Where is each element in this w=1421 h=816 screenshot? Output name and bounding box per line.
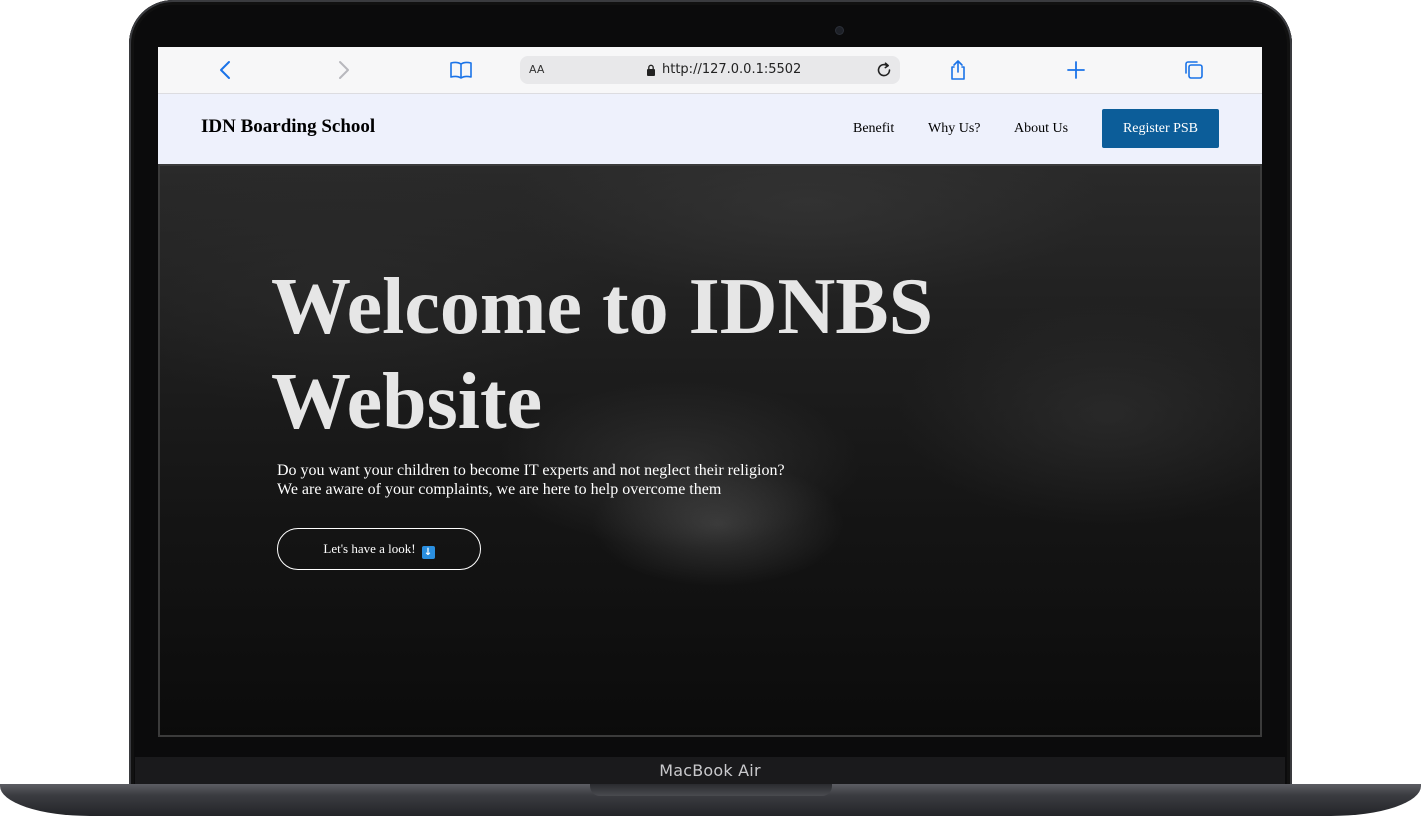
laptop-notch (590, 784, 832, 796)
down-arrow-icon: ↓ (421, 546, 435, 559)
reload-icon[interactable] (874, 60, 894, 80)
hero-subtitle-line-1: Do you want your children to become IT e… (277, 462, 785, 479)
url-text[interactable]: http://127.0.0.1:5502 (662, 62, 801, 77)
hero-subtitle-line-2: We are aware of your complaints, we are … (277, 481, 722, 498)
hero-title: Welcome to IDNBS Website (271, 260, 1031, 450)
nav-link-why-us[interactable]: Why Us? (928, 121, 981, 137)
device-label: MacBook Air (659, 761, 761, 780)
hero-section: Welcome to IDNBS Website Do you want you… (158, 164, 1262, 737)
address-bar[interactable]: AA http://127.0.0.1:5502 (520, 56, 900, 84)
register-psb-button[interactable]: Register PSB (1102, 109, 1219, 148)
hero-title-line-2: Website (271, 358, 543, 446)
tabs-icon[interactable] (1182, 58, 1206, 82)
new-tab-icon[interactable] (1064, 58, 1088, 82)
hero-title-line-1: Welcome to IDNBS (271, 263, 934, 351)
browser-toolbar: AA http://127.0.0.1:5502 (158, 47, 1262, 94)
text-size-button[interactable]: AA (529, 63, 544, 76)
hero-subtitle: Do you want your children to become IT e… (277, 461, 877, 499)
look-button[interactable]: Let's have a look! ↓ (277, 528, 481, 570)
laptop-chin: MacBook Air (135, 757, 1285, 785)
brand-logo-text[interactable]: IDN Boarding School (201, 116, 375, 138)
screen: AA http://127.0.0.1:5502 IDN Boarding Sc… (158, 47, 1262, 737)
lock-icon (647, 64, 655, 76)
back-icon[interactable] (214, 58, 238, 82)
bookmarks-icon[interactable] (449, 58, 473, 82)
share-icon[interactable] (946, 58, 970, 82)
forward-icon[interactable] (331, 58, 355, 82)
site-navbar: IDN Boarding School Benefit Why Us? Abou… (158, 94, 1262, 164)
look-button-label: Let's have a look! (323, 541, 416, 556)
camera-icon (836, 27, 843, 34)
nav-link-benefit[interactable]: Benefit (853, 121, 894, 137)
nav-link-about-us[interactable]: About Us (1014, 121, 1068, 137)
